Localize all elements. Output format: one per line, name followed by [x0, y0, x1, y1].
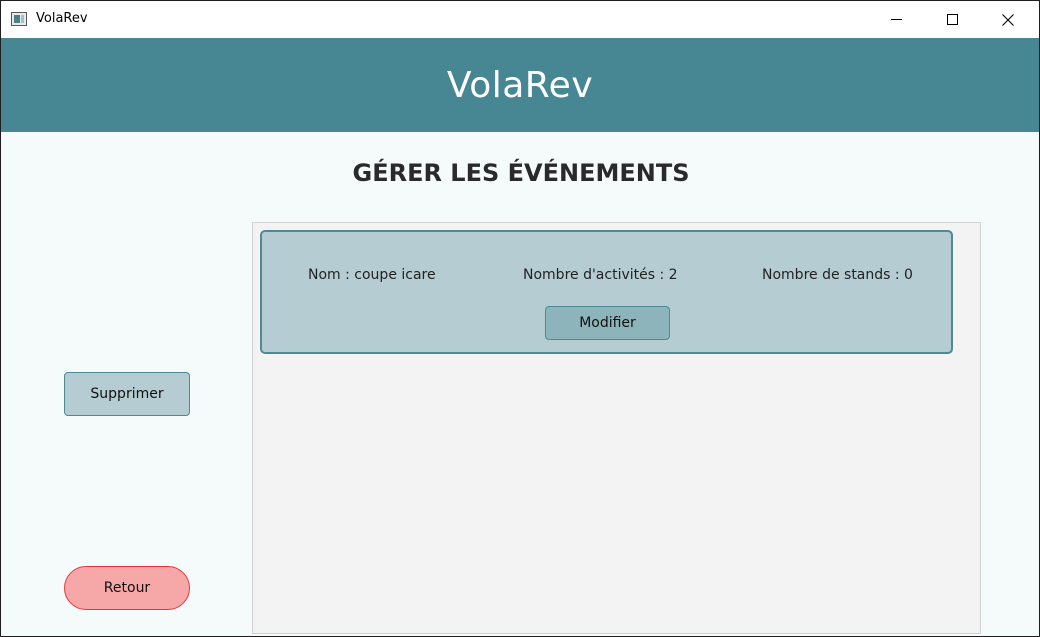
event-list[interactable]: Nom : coupe icare Nombre d'activités : 2… — [252, 222, 981, 634]
app-title: VolaRev — [446, 64, 594, 106]
page-title: GÉRER LES ÉVÉNEMENTS — [352, 159, 690, 187]
event-card[interactable]: Nom : coupe icare Nombre d'activités : 2… — [260, 230, 953, 354]
edit-event-button[interactable]: Modifier — [545, 306, 670, 340]
close-icon — [1002, 13, 1014, 26]
back-button[interactable]: Retour — [64, 566, 190, 610]
event-stands-count: Nombre de stands : 0 — [762, 267, 913, 283]
title-bar: VolaRev — [1, 1, 1039, 38]
minimize-button[interactable] — [873, 1, 919, 38]
window-title: VolaRev — [36, 11, 88, 26]
maximize-button[interactable] — [929, 1, 975, 38]
maximize-icon — [946, 14, 958, 25]
app-header: VolaRev — [1, 38, 1039, 132]
delete-button[interactable]: Supprimer — [64, 372, 190, 416]
app-window: VolaRev VolaRev GÉRER LES ÉVÉNEMENTS Sup… — [0, 0, 1040, 637]
close-button[interactable] — [985, 1, 1031, 38]
event-name: Nom : coupe icare — [308, 267, 436, 283]
event-activities-count: Nombre d'activités : 2 — [523, 267, 678, 283]
minimize-icon — [890, 19, 902, 20]
app-icon — [11, 12, 27, 26]
